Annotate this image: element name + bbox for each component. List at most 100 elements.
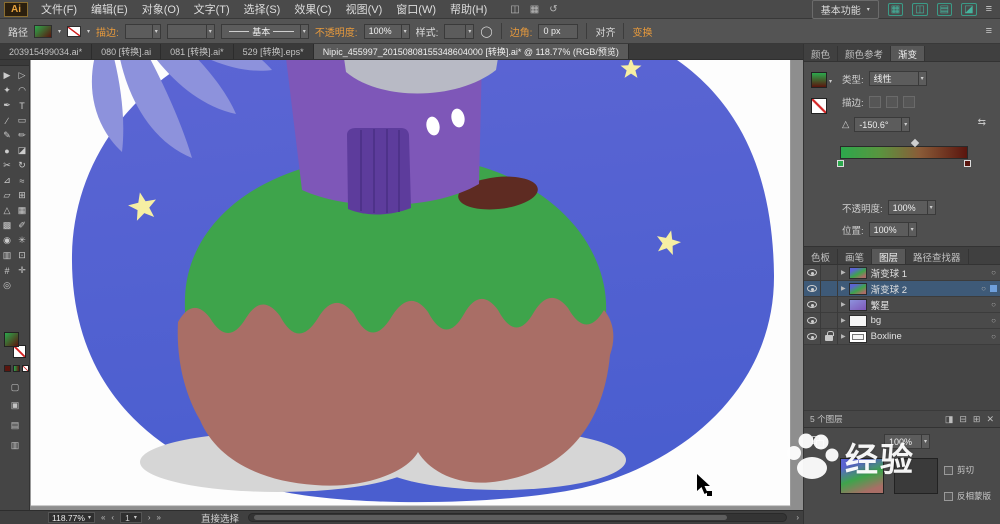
clip-checkbox[interactable]: 剪切 [944,464,974,476]
slice-tool-icon[interactable]: # [0,263,15,278]
checkbox-icon[interactable] [944,466,953,475]
menu-item[interactable]: 帮助(H) [443,0,494,18]
scale-tool-icon[interactable]: ⊿ [0,173,15,188]
gradient-stop-start[interactable] [837,160,844,167]
column-graph-tool-icon[interactable]: ▥ [0,248,15,263]
panel-tab[interactable]: 渐变 [891,46,925,61]
draw-normal-mode-button[interactable]: ▢ [0,382,30,393]
menu-item[interactable]: 文件(F) [34,0,84,18]
blend-tool-icon[interactable]: ◉ [0,233,15,248]
fill-color-swatch[interactable] [34,25,52,38]
document-tab[interactable]: 080 [转换].ai [92,44,161,59]
corner-link[interactable]: 边角: [510,24,533,39]
none-button[interactable] [22,365,29,372]
workspace-icon[interactable]: ◪ [961,3,976,16]
lasso-tool-icon[interactable]: ◠ [15,83,30,98]
zoom-tool-icon[interactable]: ◎ [0,278,15,293]
gradient-swatch-dropdown-icon[interactable]: ▾ [829,78,832,85]
layer-row[interactable]: ▶ 渐变球 1 ○ [804,265,1000,281]
stroke-dropdown-icon[interactable]: ▾ [87,28,90,35]
eraser-tool-icon[interactable]: ◪ [15,143,30,158]
gradient-slider[interactable] [840,146,968,159]
transform-link[interactable]: 变换 [632,24,652,39]
layer-row[interactable]: ▶ bg ○ [804,313,1000,329]
fill-proxy-swatch[interactable] [4,332,19,347]
document-tab[interactable]: 081 [转换].ai* [161,44,234,59]
draw-behind-mode-button[interactable]: ▣ [0,400,30,411]
menu-item[interactable]: 窗口(W) [389,0,443,18]
layer-name[interactable]: Boxline [871,331,992,342]
corner-input[interactable]: 0 px [538,24,578,39]
opacity-input[interactable]: 100% ▾ [364,24,410,39]
first-artboard-icon[interactable]: « [101,513,105,522]
scrollbar-thumb[interactable] [254,515,727,520]
brown-ground-shape[interactable] [178,298,614,486]
gradient-type-select[interactable]: 线性 ▾ [869,71,927,86]
controlbar-hamburger-icon[interactable]: ≡ [986,25,992,37]
workspace-switcher-button[interactable]: 基本功能 ▾ [812,0,879,19]
target-circle-icon[interactable]: ○ [991,268,996,277]
rectangle-tool-icon[interactable]: ▭ [15,113,30,128]
horizontal-scrollbar[interactable] [248,513,787,522]
target-circle-icon[interactable]: ○ [991,300,996,309]
expand-triangle-icon[interactable]: ▶ [841,285,846,292]
new-layer-icon[interactable]: ⊞ [973,414,981,425]
line-segment-tool-icon[interactable]: ∕ [0,113,15,128]
opacity-link[interactable]: 不透明度: [315,24,358,39]
gradient-location-input[interactable]: 100% ▾ [869,222,917,237]
delete-layer-icon[interactable]: ✕ [986,414,994,425]
color-button[interactable] [4,365,11,372]
visibility-eye-icon[interactable] [804,313,821,329]
layer-row[interactable]: ▶ Boxline ○ [804,329,1000,345]
free-transform-tool-icon[interactable]: ▱ [0,188,15,203]
brush-definition-select[interactable]: 基本 ▾ [221,24,309,39]
artboard-number-select[interactable]: 1 ▾ [120,512,142,523]
scroll-right-icon[interactable]: › [796,513,799,522]
layer-name[interactable]: bg [871,315,992,326]
align-label[interactable]: 对齐 [595,24,615,39]
menu-item[interactable]: 编辑(E) [84,0,135,18]
menu-item[interactable]: 视图(V) [339,0,390,18]
reverse-gradient-icon[interactable]: ⇆ [978,117,986,128]
invert-mask-checkbox[interactable]: 反相蒙版 [944,490,991,502]
layout-grid-icon[interactable]: ▦ [530,4,539,15]
stroke-gradient-within-icon[interactable] [869,96,881,108]
stroke-link[interactable]: 描边: [96,24,119,39]
tower-door-shape[interactable] [347,128,411,215]
layer-name[interactable]: 渐变球 1 [871,266,992,280]
screen-mode-button[interactable]: ▤ [0,420,30,431]
menu-item[interactable]: 选择(S) [237,0,288,18]
new-sublayer-icon[interactable]: ⊟ [959,414,967,425]
menu-item[interactable]: 文字(T) [187,0,237,18]
workspace-icon[interactable]: ◫ [912,3,927,16]
menu-item[interactable]: 对象(O) [135,0,187,18]
object-thumbnail[interactable] [840,458,884,494]
recolor-artwork-icon[interactable]: ◯ [480,25,492,38]
mesh-tool-icon[interactable]: ▦ [15,203,30,218]
workspace-icon[interactable]: ▤ [937,3,952,16]
scissors-tool-icon[interactable]: ✂ [0,158,15,173]
symbol-sprayer-tool-icon[interactable]: ✳ [15,233,30,248]
transparency-opacity-select[interactable]: 100% ▾ [884,434,930,449]
expand-triangle-icon[interactable]: ▶ [841,333,846,340]
magic-wand-tool-icon[interactable]: ✦ [0,83,15,98]
document-tab[interactable]: 529 [转换].eps* [234,44,314,59]
document-tab[interactable]: Nipic_455997_20150808155348604000 [转换].a… [314,44,629,59]
shape-builder-tool-icon[interactable]: ⊞ [15,188,30,203]
panel-tab[interactable]: 图层 [872,249,906,264]
variable-width-profile-select[interactable]: ▾ [167,24,215,39]
visibility-eye-icon[interactable] [804,281,821,297]
expand-triangle-icon[interactable]: ▶ [841,301,846,308]
make-mask-icon[interactable]: ◨ [945,414,954,425]
last-artboard-icon[interactable]: » [157,513,161,522]
stroke-gradient-across-icon[interactable] [903,96,915,108]
visibility-eye-icon[interactable] [804,329,821,345]
target-circle-icon[interactable]: ○ [981,284,986,293]
pen-tool-icon[interactable]: ✒ [0,98,15,113]
panel-tab[interactable]: 色板 [804,249,838,264]
panel-tab[interactable]: 颜色 [804,46,838,61]
bridge-icon[interactable]: ◫ [510,4,519,15]
stroke-color-swatch[interactable] [67,26,81,37]
panel-tab[interactable]: 画笔 [838,249,872,264]
lock-cell[interactable] [821,313,838,329]
